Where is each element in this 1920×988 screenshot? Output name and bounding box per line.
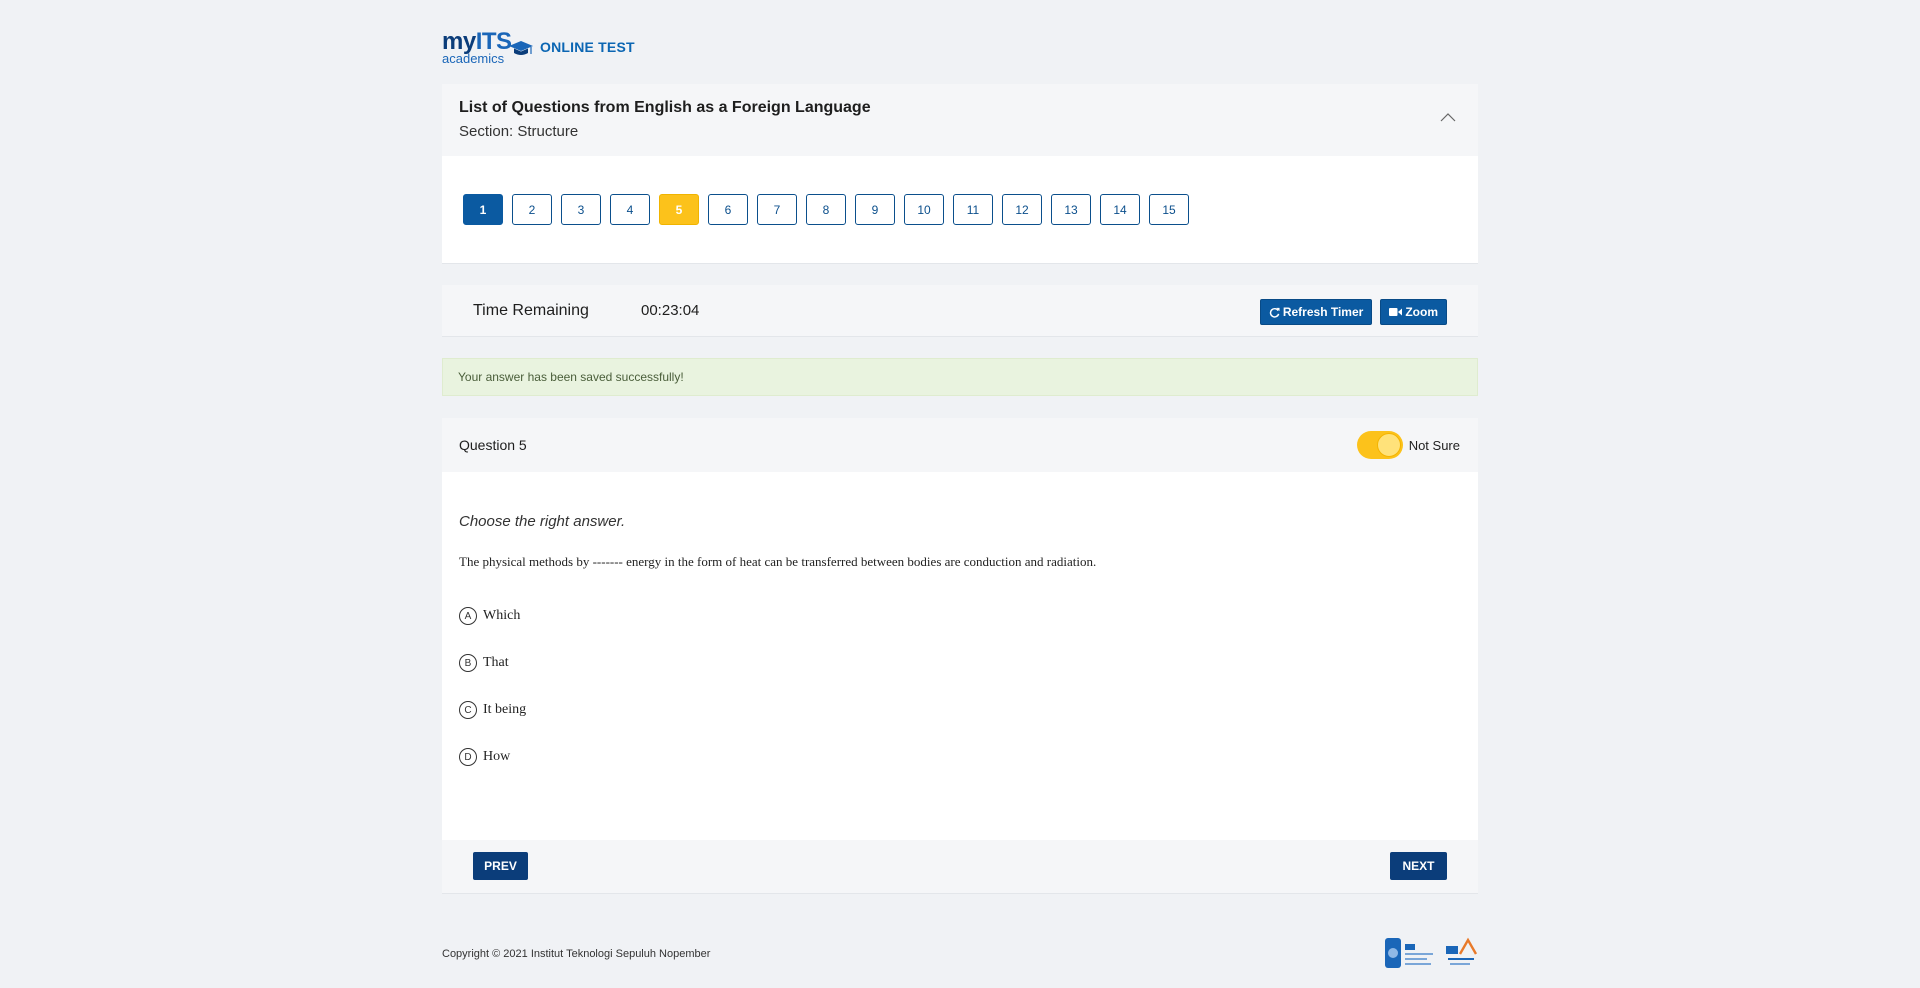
option-b-text: That <box>483 655 509 670</box>
question-number-button-10[interactable]: 10 <box>904 194 944 225</box>
timer-bar: Time Remaining 00:23:04 Refresh Timer Zo… <box>442 285 1478 337</box>
refresh-timer-label: Refresh Timer <box>1282 305 1364 319</box>
question-number-button-15[interactable]: 15 <box>1149 194 1189 225</box>
question-list-title: List of Questions from English as a Fore… <box>459 99 871 116</box>
prev-button[interactable]: PREV <box>473 852 528 880</box>
timer-actions: Refresh Timer Zoom <box>1259 299 1447 325</box>
option-a[interactable]: A Which <box>459 606 1461 626</box>
option-b[interactable]: B That <box>459 653 1461 673</box>
question-navigation: PREV NEXT <box>442 840 1478 894</box>
question-number-button-8[interactable]: 8 <box>806 194 846 225</box>
section-label: Section: Structure <box>459 123 579 140</box>
its-logo-icon <box>1385 938 1433 968</box>
chevron-up-icon[interactable] <box>1440 112 1456 122</box>
option-a-radio[interactable]: A <box>459 607 477 625</box>
question-list-header[interactable]: List of Questions from English as a Fore… <box>442 84 1478 156</box>
not-sure-toggle[interactable]: Not Sure <box>1356 431 1460 459</box>
answer-options: A Which B That C It being D How <box>459 606 1461 767</box>
refresh-icon <box>1269 307 1280 318</box>
myits-academics-logo[interactable]: myITS academics <box>442 29 536 65</box>
question-number-button-5[interactable]: 5 <box>659 194 699 225</box>
question-number-button-9[interactable]: 9 <box>855 194 895 225</box>
question-number-button-11[interactable]: 11 <box>953 194 993 225</box>
question-number-button-6[interactable]: 6 <box>708 194 748 225</box>
app-title: ONLINE TEST <box>540 39 635 55</box>
toggle-knob <box>1376 433 1401 457</box>
question-number-button-1[interactable]: 1 <box>463 194 503 225</box>
copyright-text: Copyright © 2021 Institut Teknologi Sepu… <box>442 948 711 960</box>
its-anniversary-logo-icon <box>1446 937 1478 965</box>
option-c-radio[interactable]: C <box>459 701 477 719</box>
question-number-button-4[interactable]: 4 <box>610 194 650 225</box>
option-c[interactable]: C It being <box>459 700 1461 720</box>
question-number-button-12[interactable]: 12 <box>1002 194 1042 225</box>
question-number-title: Question 5 <box>459 437 527 453</box>
question-number-button-13[interactable]: 13 <box>1051 194 1091 225</box>
page-header: myITS academics ONLINE TEST <box>442 26 1478 68</box>
success-alert: Your answer has been saved successfully! <box>442 358 1478 396</box>
not-sure-label: Not Sure <box>1408 437 1460 453</box>
question-list-card: List of Questions from English as a Fore… <box>442 84 1478 264</box>
zoom-label: Zoom <box>1405 305 1438 319</box>
success-alert-message: Your answer has been saved successfully! <box>458 370 684 384</box>
question-number-button-7[interactable]: 7 <box>757 194 797 225</box>
question-stem: The physical methods by ------- energy i… <box>459 554 1097 569</box>
graduation-cap-icon <box>509 40 533 55</box>
page-footer: Copyright © 2021 Institut Teknologi Sepu… <box>442 934 1478 974</box>
zoom-button[interactable]: Zoom <box>1380 299 1447 325</box>
question-number-button-3[interactable]: 3 <box>561 194 601 225</box>
refresh-timer-button[interactable]: Refresh Timer <box>1259 299 1373 325</box>
question-number-button-2[interactable]: 2 <box>512 194 552 225</box>
footer-logos <box>1384 936 1478 970</box>
question-number-button-14[interactable]: 14 <box>1100 194 1140 225</box>
next-button[interactable]: NEXT <box>1390 852 1447 880</box>
option-d[interactable]: D How <box>459 747 1461 767</box>
option-d-text: How <box>483 749 511 764</box>
video-camera-icon <box>1389 308 1403 316</box>
question-body: Choose the right answer. The physical me… <box>442 472 1478 767</box>
option-d-radio[interactable]: D <box>459 748 477 766</box>
not-sure-switch[interactable] <box>1356 431 1403 459</box>
option-a-text: Which <box>483 608 521 623</box>
time-remaining-value: 00:23:04 <box>641 302 700 319</box>
question-number-buttons: 1 2 3 4 5 6 7 8 9 10 11 12 13 14 15 <box>442 156 1478 225</box>
question-header: Question 5 Not Sure <box>442 418 1478 472</box>
question-instruction: Choose the right answer. <box>459 513 626 530</box>
time-remaining-label: Time Remaining <box>473 301 589 319</box>
question-card: Question 5 Not Sure Choose the right ans… <box>442 418 1478 894</box>
option-c-text: It being <box>483 702 527 717</box>
option-b-radio[interactable]: B <box>459 654 477 672</box>
